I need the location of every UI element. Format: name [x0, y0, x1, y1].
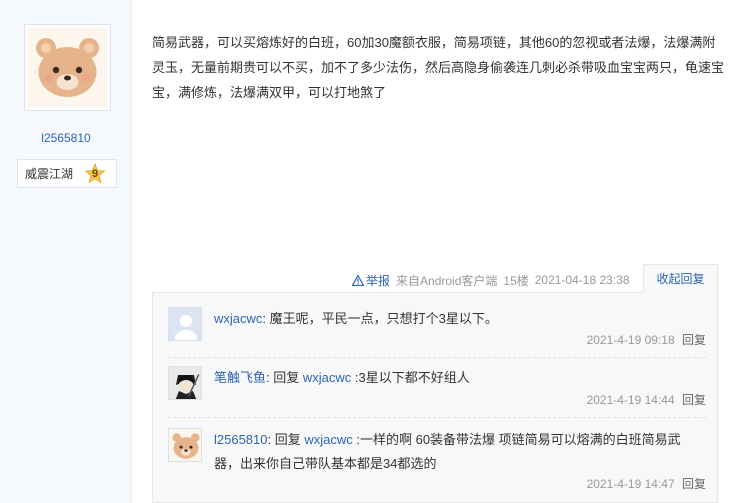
floor-number: 15楼 [503, 273, 529, 288]
reply-item: wxjacwc: 魔王呢，平民一点，只想打个3星以下。 2021-4-19 09… [168, 307, 706, 367]
reply-time: 2021-4-19 14:47 [586, 477, 675, 491]
reply-avatar[interactable] [168, 366, 202, 400]
reply-author[interactable]: wxjacwc [214, 311, 262, 326]
author-column: l2565810 威震江湖 9 [0, 0, 132, 503]
default-avatar-icon [169, 308, 201, 340]
post-footer: 举报 来自Android客户端 15楼 2021-04-18 23:38 [352, 270, 630, 290]
rank-level-number: 9 [91, 168, 99, 180]
reply-body: 魔王呢，平民一点，只想打个3星以下。 [269, 311, 498, 326]
rank-title: 威震江湖 [25, 167, 74, 181]
report-link[interactable]: 举报 [352, 272, 390, 289]
reply-meta: 2021-4-19 14:47 回复 [587, 475, 706, 492]
reply-body: :3星以下都不好组人 [351, 370, 470, 385]
bear-avatar-icon [169, 429, 201, 461]
reply-separator: : [267, 432, 275, 447]
reply-time: 2021-4-19 14:44 [586, 393, 675, 407]
reply-separator: : [262, 311, 270, 326]
warning-icon [352, 274, 364, 286]
reply-box: wxjacwc: 魔王呢，平民一点，只想打个3星以下。 2021-4-19 09… [152, 292, 718, 503]
reply-button[interactable]: 回复 [682, 477, 706, 491]
reply-text: 笔触飞鱼: 回复 wxjacwc :3星以下都不好组人 [214, 366, 706, 390]
collapse-replies-button[interactable]: 收起回复 [643, 264, 718, 293]
author-username[interactable]: l2565810 [0, 131, 132, 145]
rank-badge[interactable]: 威震江湖 9 [17, 159, 117, 188]
reply-author[interactable]: l2565810 [214, 432, 268, 447]
reply-button[interactable]: 回复 [682, 333, 706, 347]
bear-avatar-icon [28, 28, 107, 107]
reply-meta: 2021-4-19 14:44 回复 [587, 391, 706, 408]
reply-prefix: 回复 [273, 370, 303, 385]
reply-prefix: 回复 [274, 432, 305, 447]
reply-divider [168, 357, 706, 358]
client-source-link[interactable]: 来自Android客户端 [396, 272, 497, 289]
rank-level-badge: 9 [84, 163, 106, 185]
reply-divider [168, 417, 706, 418]
reply-author[interactable]: 笔触飞鱼 [214, 370, 266, 385]
reply-avatar[interactable] [168, 428, 202, 462]
reply-to-user[interactable]: wxjacwc [303, 370, 351, 385]
reply-button[interactable]: 回复 [682, 393, 706, 407]
reply-time: 2021-4-19 09:18 [586, 333, 675, 347]
reply-meta: 2021-4-19 09:18 回复 [587, 331, 706, 348]
reply-avatar[interactable] [168, 307, 202, 341]
reply-to-user[interactable]: wxjacwc [304, 432, 352, 447]
post-content: 简易武器，可以买熔炼好的白班，60加30魔额衣服，简易项链，其他60的忽视或者法… [152, 35, 725, 100]
report-label: 举报 [366, 273, 391, 288]
dark-character-avatar-icon [169, 367, 201, 399]
author-avatar[interactable] [24, 24, 111, 111]
reply-item: l2565810: 回复 wxjacwc :一样的啊 60装备带法爆 项链简易可… [168, 428, 706, 498]
reply-text: wxjacwc: 魔王呢，平民一点，只想打个3星以下。 [214, 307, 706, 331]
post-timestamp: 2021-04-18 23:38 [534, 273, 630, 287]
reply-text: l2565810: 回复 wxjacwc :一样的啊 60装备带法爆 项链简易可… [214, 428, 706, 476]
